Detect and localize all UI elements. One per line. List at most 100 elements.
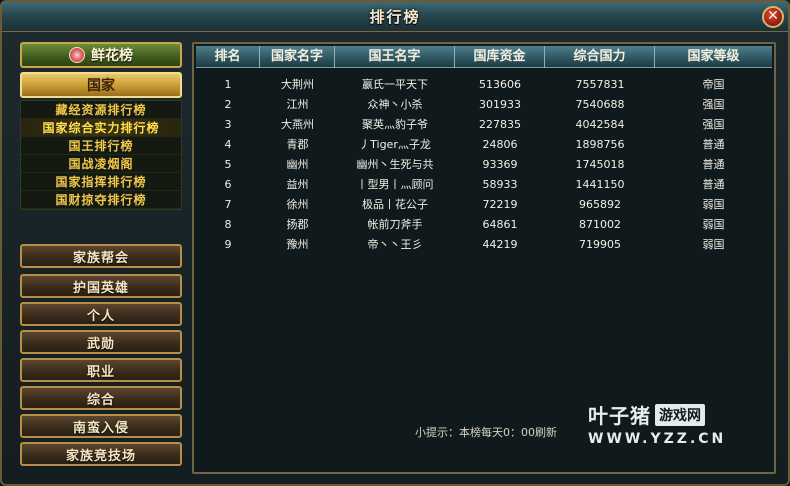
cell-king: 幽州丶生死与共 xyxy=(356,158,434,171)
cell-rank: 2 xyxy=(224,97,232,111)
cell-country: 大燕州 xyxy=(281,118,314,131)
cell-level: 普通 xyxy=(702,178,725,191)
cell-treasury: 58933 xyxy=(482,177,518,191)
cell-king: 丨型男丨灬顾问 xyxy=(356,178,434,191)
cell-treasury: 301933 xyxy=(479,97,521,111)
cell-king: 帐前刀斧手 xyxy=(367,218,423,231)
cell-level: 帝国 xyxy=(702,78,725,91)
cell-power: 7557831 xyxy=(575,77,625,91)
table-row[interactable]: 9 豫州 帝丶丶王彡 44219 719905 弱国 xyxy=(196,234,772,254)
cell-country: 大荆州 xyxy=(281,78,314,91)
table-row[interactable]: 3 大燕州 聚英灬豹子爷 227835 4042584 强国 xyxy=(196,114,772,134)
cell-king: 众神丶小杀 xyxy=(367,98,423,111)
cell-country: 江州 xyxy=(286,98,309,111)
flower-tab-label: 鲜花榜 xyxy=(91,48,133,64)
column-header-treasury[interactable]: 国库资金 xyxy=(455,46,545,68)
cell-king: 帝丶丶王彡 xyxy=(367,238,423,251)
watermark: 叶子猪 游戏网 WWW.YZZ.CN xyxy=(588,400,748,448)
cell-level: 普通 xyxy=(702,138,725,151)
cell-country: 扬郡 xyxy=(286,218,309,231)
category-family-arena[interactable]: 家族竞技场 xyxy=(20,442,182,466)
cell-rank: 7 xyxy=(224,197,232,211)
cell-power: 1745018 xyxy=(575,157,625,171)
watermark-name: 叶子猪 xyxy=(588,404,651,428)
cell-power: 7540688 xyxy=(575,97,625,111)
cell-treasury: 513606 xyxy=(479,77,521,91)
category-class[interactable]: 职业 xyxy=(20,358,182,382)
category-merit[interactable]: 武勋 xyxy=(20,330,182,354)
cell-level: 强国 xyxy=(702,118,725,131)
sub-item-war-hall[interactable]: 国战凌烟阁 xyxy=(21,155,181,173)
table-header: 排名 国家名字 国王名字 国库资金 综合国力 国家等级 xyxy=(196,46,772,68)
cell-rank: 3 xyxy=(224,117,232,131)
window-title: 排行榜 xyxy=(369,8,421,26)
cell-rank: 9 xyxy=(224,237,232,251)
cell-power: 871002 xyxy=(579,217,621,231)
cell-treasury: 44219 xyxy=(482,237,518,251)
cell-country: 徐州 xyxy=(286,198,309,211)
cell-power: 4042584 xyxy=(575,117,625,131)
cell-treasury: 24806 xyxy=(482,137,518,151)
cell-rank: 8 xyxy=(224,217,232,231)
cell-country: 豫州 xyxy=(286,238,309,251)
cell-power: 1441150 xyxy=(575,177,625,191)
sub-item-command-ranking[interactable]: 国家指挥排行榜 xyxy=(21,173,181,191)
cell-king: 聚英灬豹子爷 xyxy=(362,118,428,131)
sub-item-national-strength[interactable]: 国家综合实力排行榜 xyxy=(21,119,181,137)
title-bar[interactable]: 排行榜 ✕ xyxy=(2,2,788,32)
sub-item-king-ranking[interactable]: 国王排行榜 xyxy=(21,137,181,155)
cell-country: 益州 xyxy=(286,178,309,191)
cell-rank: 1 xyxy=(224,77,232,91)
cell-power: 719905 xyxy=(579,237,621,251)
table-row[interactable]: 2 江州 众神丶小杀 301933 7540688 强国 xyxy=(196,94,772,114)
sidebar: 鲜花榜 国家 藏经资源排行榜 国家综合实力排行榜 国王排行榜 国战凌烟阁 国家指… xyxy=(18,42,184,470)
watermark-url: WWW.YZZ.CN xyxy=(588,431,727,447)
column-header-power[interactable]: 综合国力 xyxy=(545,46,655,68)
cell-treasury: 64861 xyxy=(482,217,518,231)
category-personal[interactable]: 个人 xyxy=(20,302,182,326)
cell-level: 弱国 xyxy=(702,238,725,251)
table-row[interactable]: 5 幽州 幽州丶生死与共 93369 1745018 普通 xyxy=(196,154,772,174)
ranking-rows: 1 大荆州 嬴氏一平天下 513606 7557831 帝国 2 江州 众神丶小… xyxy=(196,74,772,254)
sub-item-plunder-ranking[interactable]: 国财掠夺排行榜 xyxy=(21,191,181,209)
country-category-button[interactable]: 国家 xyxy=(20,72,182,98)
column-header-king[interactable]: 国王名字 xyxy=(335,46,455,68)
sub-item-resources[interactable]: 藏经资源排行榜 xyxy=(21,101,181,119)
cell-level: 弱国 xyxy=(702,218,725,231)
cell-king: 丿Tiger灬子龙 xyxy=(359,138,431,151)
category-family-guild[interactable]: 家族帮会 xyxy=(20,244,182,268)
cell-king: 极品丨花公子 xyxy=(362,198,428,211)
category-overall[interactable]: 综合 xyxy=(20,386,182,410)
cell-level: 弱国 xyxy=(702,198,725,211)
cell-power: 965892 xyxy=(579,197,621,211)
cell-level: 强国 xyxy=(702,98,725,111)
cell-rank: 4 xyxy=(224,137,232,151)
close-button[interactable]: ✕ xyxy=(762,6,784,28)
cell-rank: 6 xyxy=(224,177,232,191)
column-header-rank[interactable]: 排名 xyxy=(196,46,260,68)
flower-ranking-tab[interactable]: 鲜花榜 xyxy=(20,42,182,68)
table-row[interactable]: 1 大荆州 嬴氏一平天下 513606 7557831 帝国 xyxy=(196,74,772,94)
cell-king: 嬴氏一平天下 xyxy=(362,78,428,91)
country-sub-list: 藏经资源排行榜 国家综合实力排行榜 国王排行榜 国战凌烟阁 国家指挥排行榜 国财… xyxy=(20,100,182,210)
category-southern-invasion[interactable]: 南蛮入侵 xyxy=(20,414,182,438)
table-row[interactable]: 6 益州 丨型男丨灬顾问 58933 1441150 普通 xyxy=(196,174,772,194)
table-row[interactable]: 4 青郡 丿Tiger灬子龙 24806 1898756 普通 xyxy=(196,134,772,154)
cell-treasury: 93369 xyxy=(482,157,518,171)
cell-country: 青郡 xyxy=(286,138,309,151)
category-national-heroes[interactable]: 护国英雄 xyxy=(20,274,182,298)
cell-power: 1898756 xyxy=(575,137,625,151)
cell-level: 普通 xyxy=(702,158,725,171)
column-header-country[interactable]: 国家名字 xyxy=(260,46,335,68)
cell-country: 幽州 xyxy=(286,158,309,171)
flower-icon xyxy=(69,47,85,63)
ranking-panel: 排名 国家名字 国王名字 国库资金 综合国力 国家等级 1 大荆州 嬴氏一平天下… xyxy=(192,42,776,474)
cell-rank: 5 xyxy=(224,157,232,171)
ranking-window: 排行榜 ✕ 鲜花榜 国家 藏经资源排行榜 国家综合实力排行榜 国王排行榜 国战凌… xyxy=(0,0,790,486)
table-row[interactable]: 8 扬郡 帐前刀斧手 64861 871002 弱国 xyxy=(196,214,772,234)
cell-treasury: 72219 xyxy=(482,197,518,211)
column-header-level[interactable]: 国家等级 xyxy=(655,46,772,68)
table-row[interactable]: 7 徐州 极品丨花公子 72219 965892 弱国 xyxy=(196,194,772,214)
watermark-tag: 游戏网 xyxy=(655,403,705,426)
cell-treasury: 227835 xyxy=(479,117,521,131)
